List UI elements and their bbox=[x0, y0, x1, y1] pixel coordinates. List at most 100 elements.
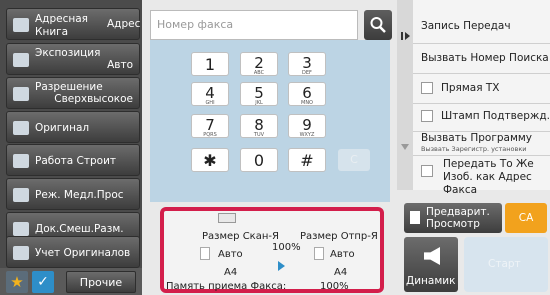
check-icon[interactable]: ✓ bbox=[32, 271, 54, 293]
resolution-label: Разрешение bbox=[35, 81, 103, 93]
key-digit: 9 bbox=[302, 116, 312, 134]
scan-size-label: Размер Скан-Я bbox=[202, 231, 279, 242]
slow-scan-button[interactable]: Реж. Медл.Прос bbox=[6, 178, 140, 210]
chevron-right-icon bbox=[401, 32, 410, 40]
fax-memory-value: 100% bbox=[320, 281, 349, 292]
address-book-line2: Книга bbox=[35, 26, 69, 38]
call-program-sub: Вызвать Зарегистр. установки bbox=[421, 145, 527, 153]
original-count-button[interactable]: Учет Оригиналов bbox=[6, 236, 140, 268]
stamp-item[interactable]: Штамп Подтвержд. bbox=[413, 104, 550, 132]
tx-record-item[interactable]: Запись Передач bbox=[413, 14, 550, 44]
key-3[interactable]: 3 DEF bbox=[288, 52, 326, 76]
left-panel: Адресная Книга Экспозиция Авто Разрешение… bbox=[0, 0, 142, 295]
key-5[interactable]: 5 JKL bbox=[240, 82, 278, 106]
key-digit: 1 bbox=[204, 55, 216, 74]
preview-label: Предварит. Просмотр bbox=[426, 206, 490, 230]
other-button[interactable]: Прочие bbox=[66, 271, 136, 293]
scanner-icon bbox=[218, 213, 236, 223]
key-letters: PQRS bbox=[203, 132, 217, 138]
key-digit: 4 bbox=[205, 84, 215, 102]
key-digit: 7 bbox=[205, 116, 215, 134]
job-build-label: Работа Строит bbox=[35, 155, 117, 167]
fax-memory-label: Память приема Факса: bbox=[166, 281, 287, 292]
key-letters: JKL bbox=[255, 100, 263, 106]
stamp-checkbox[interactable] bbox=[421, 110, 433, 122]
direct-tx-label: Прямая ТХ bbox=[441, 82, 500, 94]
search-icon bbox=[370, 17, 386, 33]
key-8[interactable]: 8 TUV bbox=[240, 114, 278, 138]
preview-button[interactable]: Предварит. Просмотр bbox=[404, 203, 502, 233]
key-2[interactable]: 2 ABC bbox=[240, 52, 278, 76]
call-program-label: Вызвать Программу bbox=[421, 132, 532, 144]
key-letters: TUV bbox=[253, 132, 265, 138]
key-letters: MNO bbox=[301, 100, 313, 106]
key-9[interactable]: 9 WXYZ bbox=[288, 114, 326, 138]
key-letters: WXYZ bbox=[299, 132, 315, 138]
job-build-icon bbox=[13, 154, 29, 168]
send-size-label: Размер Отпр-Я bbox=[300, 231, 378, 242]
job-build-button[interactable]: Работа Строит bbox=[6, 144, 140, 176]
speaker-label: Динамик bbox=[406, 275, 456, 287]
address-book-icon bbox=[13, 18, 29, 32]
original-icon bbox=[13, 121, 29, 135]
address-book-line1: Адресная bbox=[35, 13, 88, 25]
original-button[interactable]: Оригинал bbox=[6, 111, 140, 143]
original-label: Оригинал bbox=[35, 122, 90, 134]
star-icon[interactable]: ★ bbox=[6, 271, 28, 293]
mixed-size-icon bbox=[13, 222, 29, 236]
key-1[interactable]: 1 bbox=[191, 52, 229, 76]
fax-number-input[interactable]: Номер факса bbox=[150, 10, 358, 40]
key-digit: 5 bbox=[254, 84, 264, 102]
key-0[interactable]: 0 bbox=[240, 148, 278, 172]
mixed-size-label: Док.Смеш.Разм. bbox=[35, 223, 124, 235]
address-label: Адрес bbox=[107, 18, 141, 30]
key-hash[interactable]: # bbox=[288, 148, 326, 172]
key-digit: 2 bbox=[254, 54, 264, 72]
address-bar: Адрес Номер факса bbox=[107, 10, 392, 40]
key-4[interactable]: 4 GHI bbox=[191, 82, 229, 106]
key-digit: 8 bbox=[254, 116, 264, 134]
send-mode: Авто bbox=[330, 249, 355, 260]
ca-button[interactable]: CA bbox=[505, 203, 547, 233]
send-paper: A4 bbox=[334, 267, 348, 278]
call-program-item[interactable]: Вызвать Программу Вызвать Зарегистр. уст… bbox=[413, 132, 550, 156]
original-count-label: Учет Оригиналов bbox=[35, 247, 131, 259]
exposure-button[interactable]: Экспозиция Авто bbox=[6, 43, 140, 75]
direct-tx-checkbox[interactable] bbox=[421, 82, 433, 94]
slow-scan-icon bbox=[13, 188, 29, 202]
tx-record-label: Запись Передач bbox=[421, 20, 511, 32]
speaker-button[interactable]: Динамик bbox=[404, 237, 458, 292]
same-image-item[interactable]: Передать То Же Изоб. как Адрес Факса bbox=[413, 156, 550, 196]
send-paper-icon bbox=[314, 247, 324, 260]
key-letters: ABC bbox=[253, 70, 265, 76]
stamp-label: Штамп Подтвержд. bbox=[441, 110, 550, 122]
key-digit: ✱ bbox=[203, 151, 217, 170]
panel-toggle[interactable] bbox=[397, 0, 413, 190]
key-7[interactable]: 7 PQRS bbox=[191, 114, 229, 138]
key-digit: # bbox=[300, 151, 314, 170]
resolution-value: Сверхвысокое bbox=[54, 93, 133, 105]
recall-search-item[interactable]: Вызвать Номер Поиска bbox=[413, 44, 550, 74]
preview-icon bbox=[410, 211, 420, 224]
exposure-icon bbox=[13, 53, 29, 67]
status-panel[interactable]: Размер Скан-Я Размер Отпр-Я 100% Авто A4… bbox=[160, 207, 384, 293]
same-image-label: Передать То Же Изоб. как Адрес Факса bbox=[443, 158, 534, 196]
key-digit: 0 bbox=[253, 151, 265, 170]
arrow-right-icon bbox=[278, 261, 285, 271]
original-count-icon bbox=[13, 246, 29, 260]
key-6[interactable]: 6 MNO bbox=[288, 82, 326, 106]
slow-scan-label: Реж. Медл.Прос bbox=[35, 189, 124, 201]
chevron-down-icon bbox=[401, 144, 409, 150]
ratio-value: 100% bbox=[272, 242, 301, 253]
start-button[interactable]: Старт bbox=[464, 237, 548, 292]
clear-button[interactable]: C bbox=[338, 149, 370, 171]
key-star[interactable]: ✱ bbox=[191, 148, 229, 172]
search-button[interactable] bbox=[364, 10, 392, 40]
direct-tx-item[interactable]: Прямая ТХ bbox=[413, 74, 550, 104]
same-image-checkbox[interactable] bbox=[421, 165, 433, 177]
resolution-button[interactable]: Разрешение Сверхвысокое bbox=[6, 77, 140, 109]
exposure-label: Экспозиция bbox=[35, 47, 101, 59]
scan-paper: A4 bbox=[224, 267, 238, 278]
key-digit: 3 bbox=[302, 54, 312, 72]
key-digit: 6 bbox=[302, 84, 312, 102]
